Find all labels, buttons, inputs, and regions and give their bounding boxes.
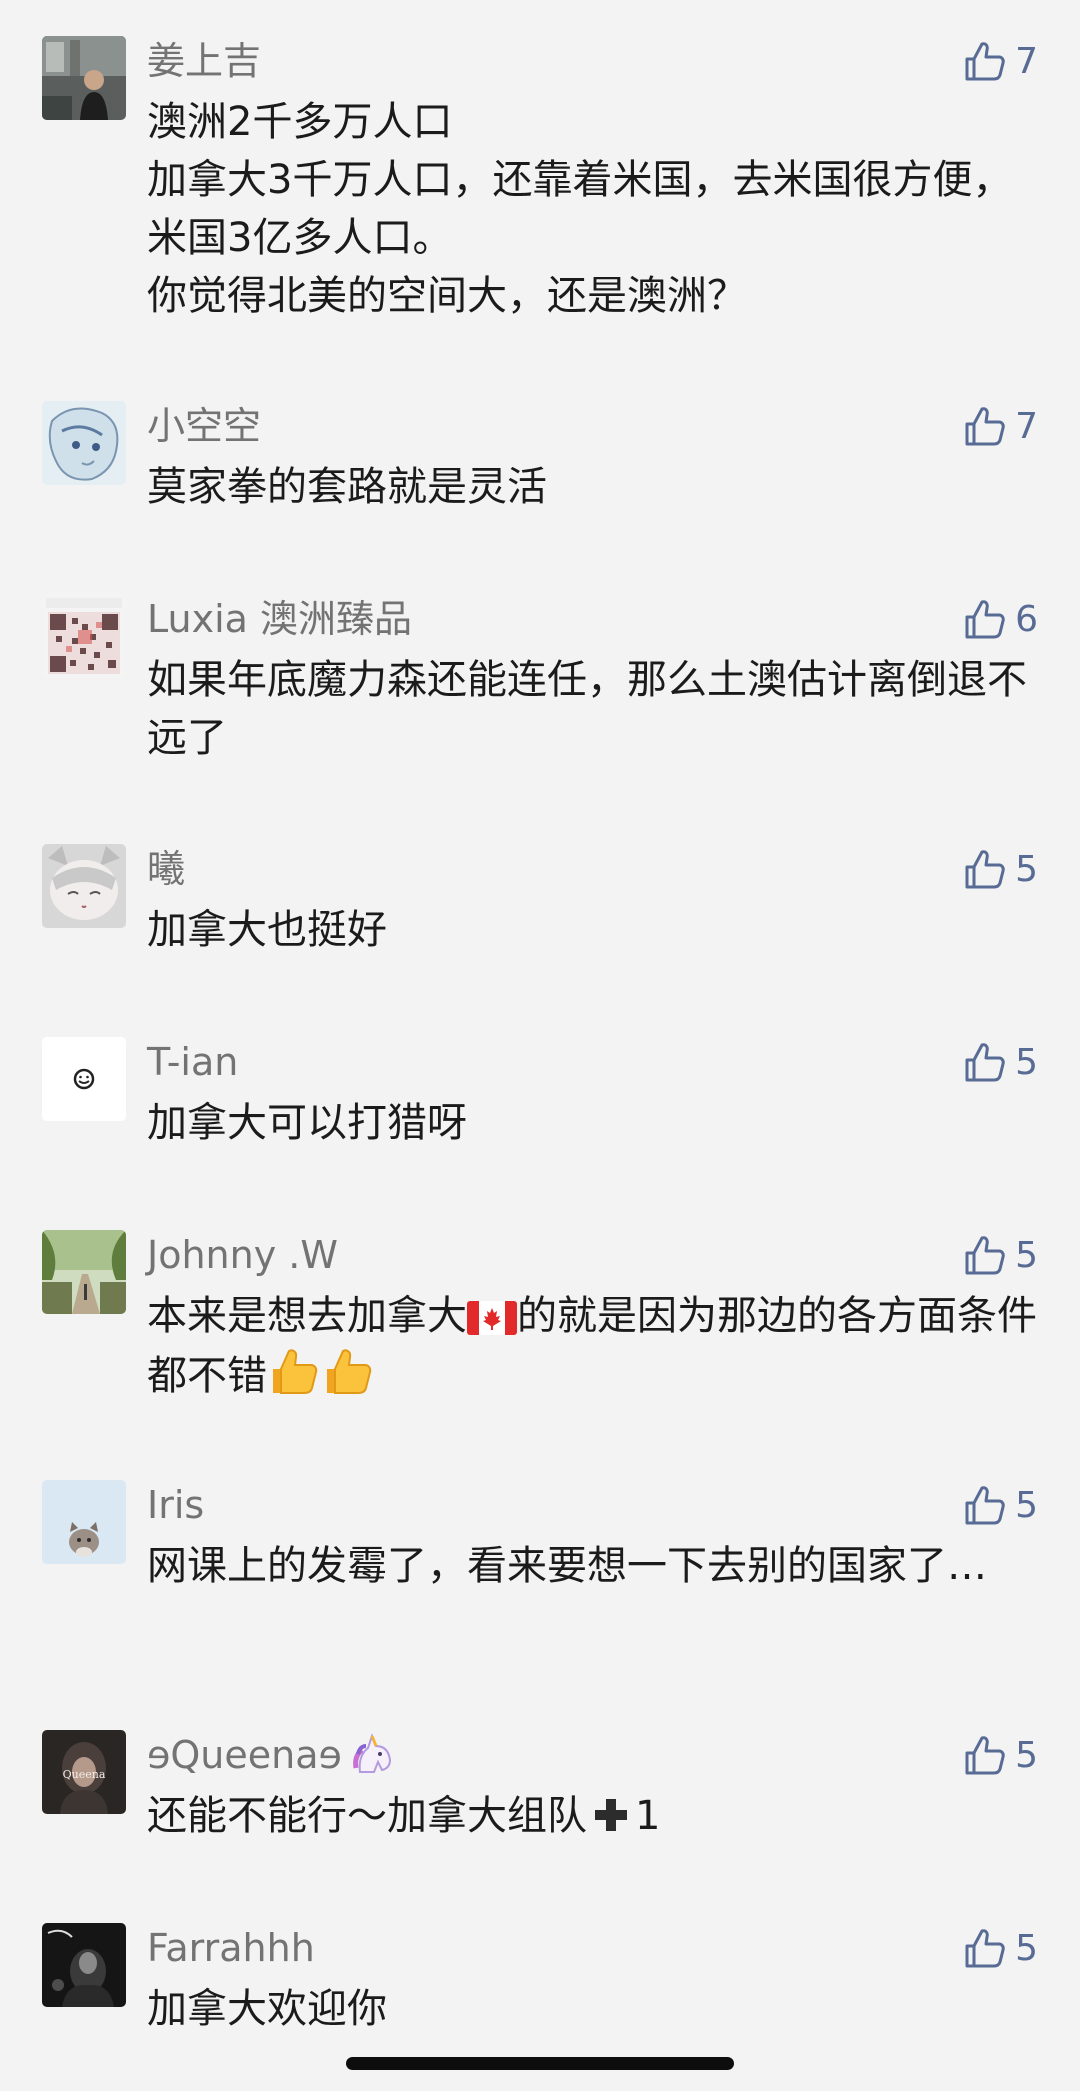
like-count: 7: [1015, 40, 1038, 82]
comment-text-part: 1: [635, 1793, 661, 1839]
thumbs-up-icon: [965, 1043, 1005, 1082]
commenter-name[interactable]: Luxia 澳洲臻品: [147, 594, 412, 644]
commenter-name[interactable]: ɘQueenaɘ: [147, 1730, 396, 1780]
comment-text: 还能不能行～加拿大组队 1: [147, 1787, 1037, 1845]
comment-text: 网课上的发霉了，看来要想一下去别的国家了…: [147, 1543, 987, 1589]
comment-text: 加拿大可以打猎呀: [147, 1100, 467, 1146]
comment-text-part: 本来是想去加拿大: [147, 1293, 467, 1339]
like-button[interactable]: 5: [963, 1230, 1038, 1280]
avatar-qrcode-icon: [42, 594, 126, 678]
commenter-name-text: ɘQueenaɘ: [147, 1733, 342, 1777]
comment-text: 本来是想去加拿大 的就是因为那边的各方面条件都不错: [147, 1287, 1037, 1405]
like-count: 5: [1015, 848, 1038, 890]
thumbs-up-icon: [965, 1736, 1005, 1775]
avatar-anime-cat-icon: [42, 844, 126, 928]
like-count: 5: [1015, 1234, 1038, 1276]
thumbs-up-icon: [965, 407, 1005, 446]
unicorn-icon: [353, 1733, 391, 1773]
avatar[interactable]: [42, 1480, 126, 1564]
like-button[interactable]: 7: [963, 36, 1038, 86]
comment-text-part: 还能不能行～加拿大组队: [147, 1793, 587, 1839]
avatar[interactable]: [42, 594, 126, 678]
commenter-name[interactable]: 曦: [147, 844, 185, 894]
thumbs-up-icon: [965, 850, 1005, 889]
avatar-cat-icon: [42, 1480, 126, 1564]
comment-text: 如果年底魔力森还能连任，那么土澳估计离倒退不远了: [147, 657, 1027, 761]
like-count: 5: [1015, 1484, 1038, 1526]
canada-flag-icon: [467, 1301, 517, 1335]
commenter-name[interactable]: T-ian: [147, 1037, 238, 1087]
comment-text: 莫家拳的套路就是灵活: [147, 464, 547, 510]
avatar-anime-icon: [42, 401, 126, 485]
like-button[interactable]: 7: [963, 401, 1038, 451]
avatar-street-icon: [42, 1230, 126, 1314]
like-button[interactable]: 5: [963, 844, 1038, 894]
avatar-queena-icon: Queena: [42, 1730, 126, 1814]
thumbs-up-icon: [965, 1236, 1005, 1275]
avatar-label: Queena: [63, 1768, 106, 1781]
like-button[interactable]: 6: [963, 594, 1038, 644]
comment-text: 加拿大欢迎你: [147, 1986, 387, 2032]
comment-text: 加拿大也挺好: [147, 907, 387, 953]
avatar[interactable]: [42, 844, 126, 928]
avatar-photo-icon: [42, 36, 126, 120]
like-count: 5: [1015, 1041, 1038, 1083]
like-count: 6: [1015, 598, 1038, 640]
like-button[interactable]: 5: [963, 1037, 1038, 1087]
thumbs-up-icon: [965, 1486, 1005, 1525]
like-button[interactable]: 5: [963, 1923, 1038, 1973]
thumbs-up-icon: [965, 42, 1005, 81]
commenter-name[interactable]: Farrahhh: [147, 1923, 315, 1973]
commenter-name[interactable]: 姜上吉: [147, 36, 261, 86]
like-button[interactable]: 5: [963, 1730, 1038, 1780]
avatar[interactable]: Queena: [42, 1730, 126, 1814]
like-button[interactable]: 5: [963, 1480, 1038, 1530]
avatar[interactable]: [42, 401, 126, 485]
thumbs-up-emoji-icon: [273, 1349, 318, 1394]
plus-icon: [595, 1799, 627, 1831]
home-indicator[interactable]: [346, 2057, 734, 2070]
thumbs-up-emoji-icon: [327, 1349, 372, 1394]
like-count: 7: [1015, 405, 1038, 447]
comment-text: 澳洲2千多万人口 加拿大3千万人口，还靠着米国，去米国很方便，米国3亿多人口。 …: [147, 99, 1013, 319]
avatar[interactable]: [42, 1037, 126, 1121]
avatar-smiley-icon: [42, 1037, 126, 1121]
avatar-dark-photo-icon: [42, 1923, 126, 2007]
commenter-name[interactable]: Johnny .W: [147, 1230, 338, 1280]
like-count: 5: [1015, 1734, 1038, 1776]
avatar[interactable]: [42, 36, 126, 120]
commenter-name[interactable]: 小空空: [147, 401, 261, 451]
thumbs-up-icon: [965, 600, 1005, 639]
avatar[interactable]: [42, 1230, 126, 1314]
thumbs-up-icon: [965, 1929, 1005, 1968]
commenter-name[interactable]: Iris: [147, 1480, 204, 1530]
avatar[interactable]: [42, 1923, 126, 2007]
like-count: 5: [1015, 1927, 1038, 1969]
